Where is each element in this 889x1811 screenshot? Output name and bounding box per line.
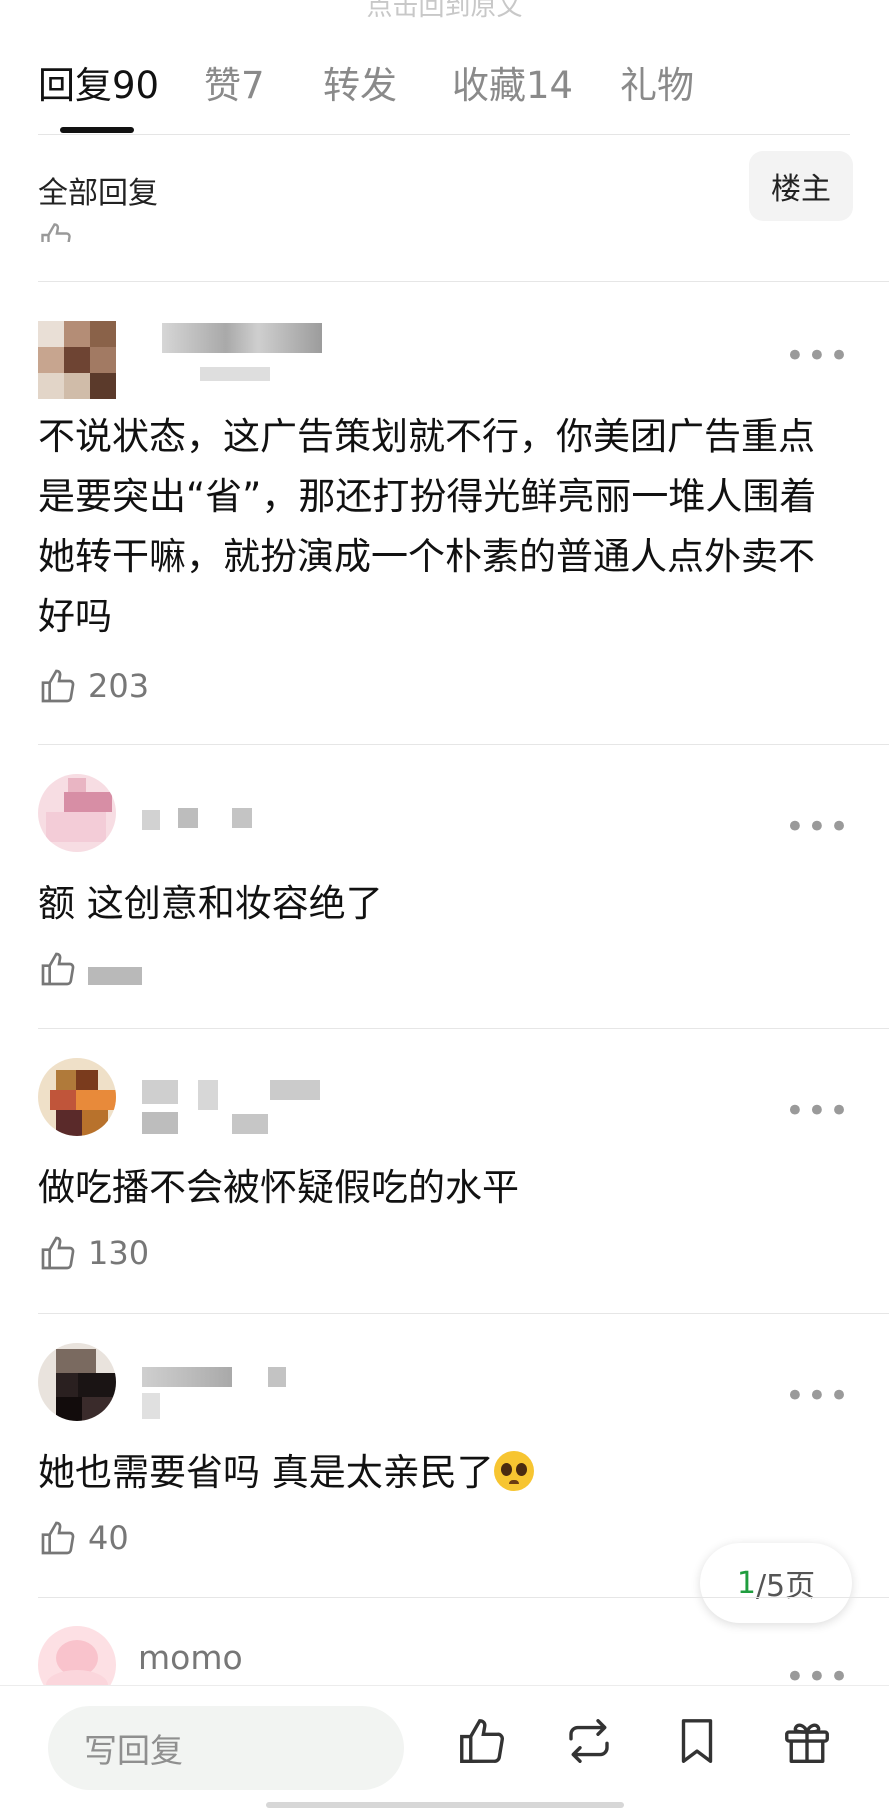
comment-text: 她也需要省吗 真是太亲民了 [38, 1443, 838, 1503]
tab-gifts[interactable]: 礼物 [620, 55, 694, 109]
avatar[interactable] [38, 1058, 116, 1136]
more-options-icon[interactable]: ••• [785, 1379, 851, 1413]
like-button[interactable]: 130 [38, 1233, 149, 1273]
total-pages: /5页 [755, 1569, 816, 1604]
like-count: 203 [88, 667, 150, 705]
avatar[interactable] [38, 1343, 116, 1421]
thumbs-up-icon [38, 220, 74, 242]
username-blurred [178, 808, 198, 828]
owner-only-button[interactable]: 楼主 [749, 151, 853, 221]
comment-text: 额 这创意和妆容绝了 [38, 882, 383, 925]
current-page: 1 [736, 1565, 756, 1601]
more-options-icon[interactable]: ••• [785, 339, 851, 373]
comment-divider [38, 1313, 889, 1314]
tab-replies[interactable]: 回复90 [38, 55, 159, 109]
page-indicator[interactable]: 1/5页 [700, 1543, 852, 1623]
detail-tabs: 回复90 赞7 转发 收藏14 礼物 [38, 55, 850, 135]
more-options-icon[interactable]: ••• [785, 1094, 851, 1128]
username-blurred [268, 1367, 286, 1387]
tab-likes[interactable]: 赞7 [204, 55, 265, 109]
comment-text-content: 她也需要省吗 真是太亲民了 [38, 1451, 494, 1494]
like-count-blurred [88, 967, 142, 985]
username-blurred [270, 1080, 320, 1100]
avatar[interactable] [38, 774, 116, 852]
username-blurred[interactable] [142, 1080, 178, 1104]
comment-text: 不说状态，这广告策划就不行，你美团广告重点是要突出“省”，那还打扮得光鲜亮丽一堆… [38, 415, 817, 638]
username[interactable]: momo [138, 1638, 243, 1677]
timestamp-blurred [200, 367, 270, 381]
pleading-face-emoji [493, 1451, 534, 1491]
username-blurred[interactable] [142, 810, 160, 830]
thumbs-up-icon[interactable] [455, 1714, 509, 1768]
username-blurred [232, 808, 252, 828]
bookmark-icon[interactable] [670, 1714, 724, 1768]
username-blurred[interactable] [142, 1367, 232, 1387]
more-options-icon[interactable]: ••• [785, 810, 851, 844]
reply-input[interactable]: 写回复 [48, 1706, 404, 1790]
like-count: 40 [88, 1519, 129, 1557]
thumbs-up-icon [41, 669, 75, 703]
all-replies-title: 全部回复 [38, 176, 158, 211]
like-button[interactable] [38, 949, 142, 989]
username-blurred [198, 1080, 218, 1110]
comment-divider [38, 1597, 889, 1598]
repost-icon[interactable] [562, 1714, 616, 1768]
thumbs-up-icon [41, 1236, 75, 1270]
tabs-divider [38, 134, 850, 135]
thumbs-up-icon [41, 952, 75, 986]
back-to-original-hint[interactable]: 点击回到原文 [0, 0, 889, 23]
username-blurred [232, 1114, 268, 1134]
thumbs-up-icon [41, 1521, 75, 1555]
avatar[interactable] [38, 321, 116, 399]
comment-text: 做吃播不会被怀疑假吃的水平 [38, 1166, 519, 1209]
active-tab-underline [60, 127, 134, 133]
home-indicator [266, 1802, 624, 1808]
username-blurred[interactable] [162, 323, 322, 353]
gift-icon[interactable] [780, 1714, 834, 1768]
like-button[interactable]: 203 [38, 666, 149, 706]
tab-reposts[interactable]: 转发 [323, 55, 397, 109]
bottom-action-bar: 写回复 [0, 1685, 889, 1811]
comment-divider [38, 281, 889, 282]
username-blurred [142, 1112, 178, 1134]
comment-divider [38, 744, 889, 745]
comment-divider [38, 1028, 889, 1029]
like-button[interactable]: 40 [38, 1518, 129, 1558]
username-blurred [142, 1393, 160, 1419]
like-count: 130 [88, 1234, 150, 1272]
tab-favorites[interactable]: 收藏14 [452, 55, 573, 109]
